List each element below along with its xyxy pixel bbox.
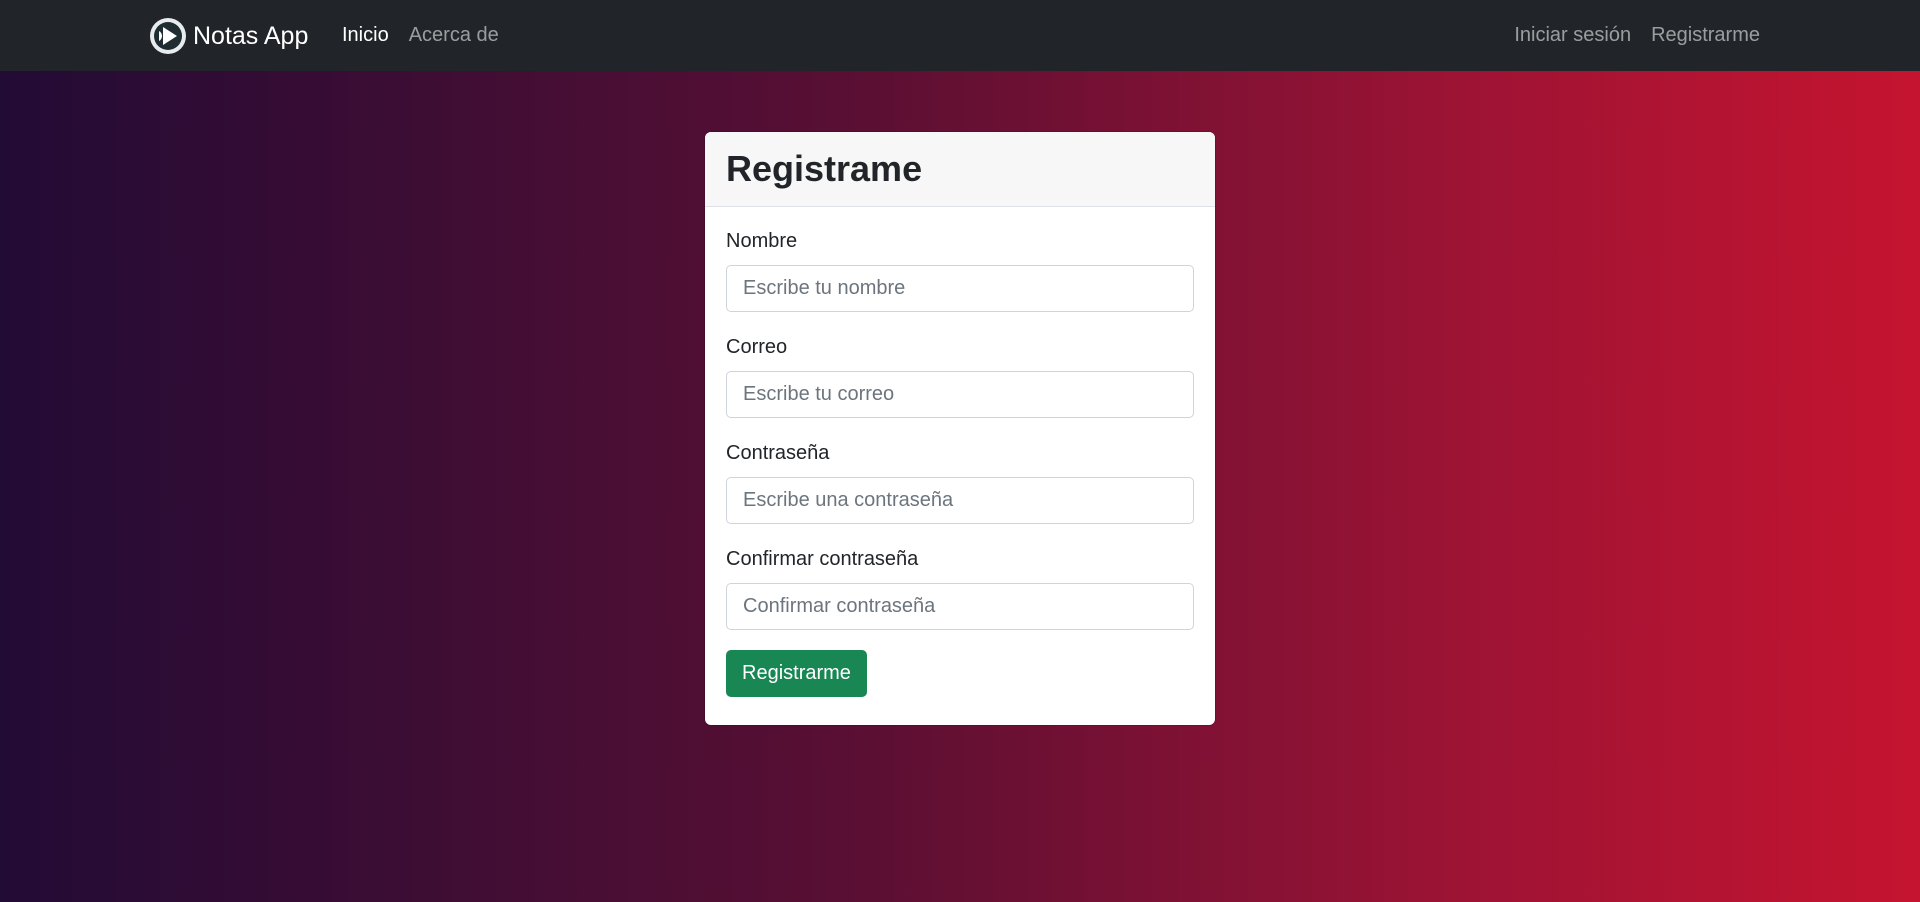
password-field-group: Contraseña — [726, 441, 1194, 524]
form-title: Registrame — [726, 148, 923, 189]
confirm-password-field-group: Confirmar contraseña — [726, 547, 1194, 630]
app-logo-icon — [150, 18, 186, 54]
card-header: Registrame — [705, 132, 1215, 207]
register-form: Nombre Correo Contraseña Confirmar contr… — [705, 207, 1215, 697]
nav-link-iniciar-sesion[interactable]: Iniciar sesión — [1514, 24, 1631, 47]
brand-link[interactable]: Notas App — [149, 17, 308, 55]
email-input[interactable] — [726, 371, 1194, 418]
register-card: Registrame Nombre Correo Contraseña Conf… — [705, 132, 1215, 725]
top-navbar: Notas App Inicio Acerca de Iniciar sesió… — [0, 0, 1920, 71]
name-label: Nombre — [726, 230, 798, 252]
confirm-password-input[interactable] — [726, 583, 1194, 630]
password-input[interactable] — [726, 477, 1194, 524]
nav-auth-links: Iniciar sesión Registrarme — [1514, 0, 1760, 71]
email-label: Correo — [726, 336, 788, 358]
name-input[interactable] — [726, 265, 1194, 312]
confirm-password-label: Confirmar contraseña — [726, 548, 919, 570]
brand-name: Notas App — [193, 22, 309, 50]
nav-link-acerca-de[interactable]: Acerca de — [409, 24, 499, 47]
email-field-group: Correo — [726, 335, 1194, 418]
nav-main-links: Inicio Acerca de — [342, 0, 499, 71]
nav-link-registrarme[interactable]: Registrarme — [1651, 24, 1760, 47]
password-label: Contraseña — [726, 442, 830, 464]
register-button[interactable]: Registrarme — [726, 650, 867, 697]
name-field-group: Nombre — [726, 229, 1194, 312]
nav-link-inicio[interactable]: Inicio — [342, 24, 389, 47]
